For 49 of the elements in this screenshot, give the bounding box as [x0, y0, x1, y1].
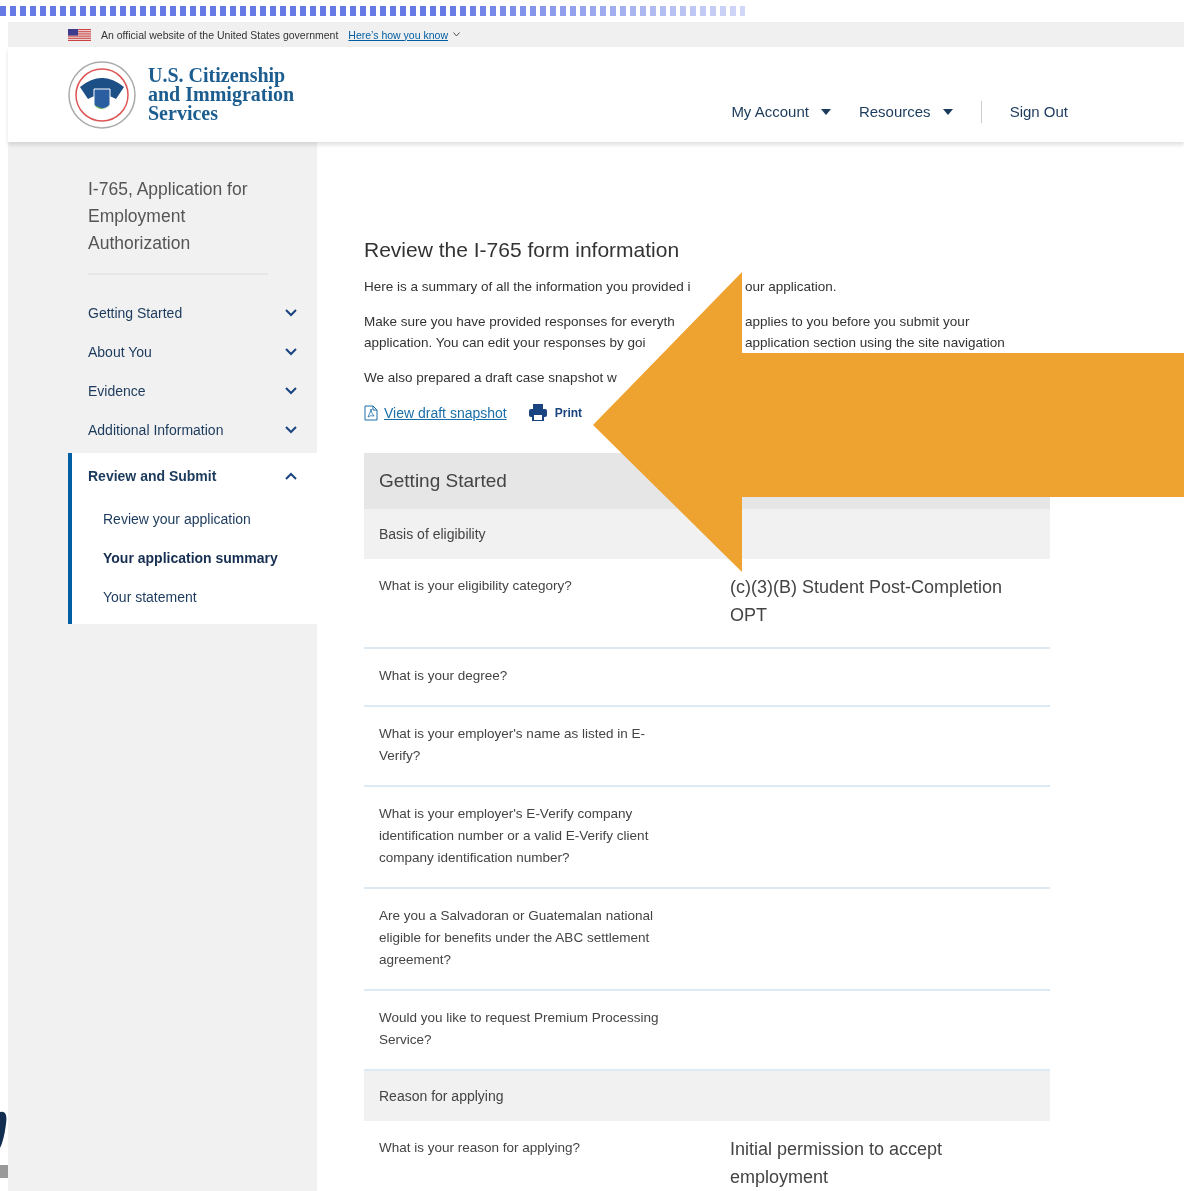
banner-link[interactable]: Here’s how you know [348, 28, 460, 41]
paragraph-text: We also prepared a draft case snapshot w [364, 369, 618, 387]
snapshot-link[interactable]: View draft snapshot [364, 404, 507, 421]
section-toggle[interactable]: Additional Information [68, 410, 317, 449]
chevron-icon [285, 472, 297, 480]
agency-name: U.S. Citizenship and Immigration Services [148, 66, 295, 123]
sidebar-item[interactable]: Your statement [72, 577, 317, 616]
chevron-icon [285, 308, 297, 317]
paragraph-text: application. You can edit your responses by goi [364, 334, 647, 352]
question-text: Would you like to request Premium Processing Service? [379, 1009, 660, 1049]
sidebar-item[interactable]: Review your application [72, 499, 317, 538]
section-toggle[interactable]: Review and Submit [72, 453, 317, 499]
page-heading: Review the I-765 form information [364, 238, 681, 262]
question-text: What is your degree? [379, 667, 509, 685]
question-text: What is your employer's name as listed in E-Verify? [379, 725, 646, 765]
pdf-icon [364, 404, 378, 421]
section-toggle[interactable]: About You [68, 332, 317, 371]
chevron-icon [285, 386, 297, 395]
caret-icon [820, 108, 831, 115]
nav-link[interactable]: My Account [731, 103, 831, 120]
question-text: What is your eligibility category? [379, 577, 573, 595]
chevron-icon [452, 32, 460, 37]
seal-icon [68, 60, 136, 129]
printer-icon [528, 404, 547, 421]
question-text: What is your employer's E-Verify company identification number or a valid E-Verify client company identification number? [379, 805, 650, 867]
sidebar-item[interactable]: Your application summary [72, 538, 317, 577]
question-text: What is your reason for applying? [379, 1139, 582, 1157]
answer-text: (c)(3)(B) Student Post-Completion OPT [730, 576, 1004, 627]
flag-icon [68, 28, 91, 41]
section-toggle[interactable]: Getting Started [68, 293, 317, 332]
nav-link[interactable]: Resources [858, 103, 953, 120]
form-title: I-765, Application for Employment Authorization [88, 176, 268, 275]
paragraph-text: our application. [745, 278, 838, 296]
paragraph-text: application section using the site navigation [745, 334, 1006, 352]
paragraph-text: Here is a summary of all the information you provided i [364, 278, 692, 296]
print-button[interactable]: Print [528, 404, 583, 421]
section-toggle[interactable]: Evidence [68, 371, 317, 410]
question-text: Are you a Salvadoran or Guatemalan national eligible for benefits under the ABC settlement agreement? [379, 907, 654, 969]
chevron-icon [285, 425, 297, 434]
paragraph-text: applies to you before you submit your [745, 313, 971, 331]
chevron-icon [285, 347, 297, 356]
paragraph-text: Make sure you have provided responses for everyth [364, 313, 676, 331]
nav-link[interactable]: Sign Out [1009, 103, 1068, 120]
group-header: Reason for applying [364, 1071, 1050, 1121]
banner-text: An official website of the United States government [101, 28, 339, 41]
cropped-graphic [0, 1110, 8, 1180]
caret-icon [942, 108, 953, 115]
group-header: Basis of eligibility [364, 509, 1050, 559]
answer-text: Initial permission to accept employment [730, 1138, 944, 1189]
